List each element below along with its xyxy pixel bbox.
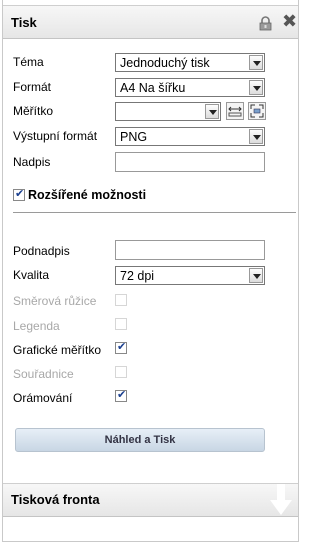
format-value: A4 Na šířku xyxy=(120,81,186,95)
legenda-label: Legenda xyxy=(13,319,60,333)
podnadpis-label: Podnadpis xyxy=(13,244,70,258)
print-panel: Tisk ✖ Téma Jednoduchý tisk Formát A4 Na… xyxy=(2,0,299,542)
arrow-down-icon[interactable] xyxy=(270,484,292,516)
chevron-down-icon[interactable] xyxy=(205,104,219,119)
lock-icon[interactable] xyxy=(259,16,272,31)
podnadpis-input[interactable] xyxy=(115,240,265,260)
nadpis-label: Nadpis xyxy=(13,155,51,169)
format-label: Formát xyxy=(13,80,52,94)
close-icon[interactable]: ✖ xyxy=(282,13,297,31)
chevron-down-icon[interactable] xyxy=(249,80,263,95)
print-queue-title: Tisková fronta xyxy=(11,492,100,507)
print-queue-header[interactable]: Tisková fronta xyxy=(3,483,298,517)
meritko-select[interactable] xyxy=(115,102,221,121)
legenda-checkbox[interactable] xyxy=(115,318,127,330)
oramovani-checkbox[interactable] xyxy=(115,388,127,402)
fit-extent-icon[interactable] xyxy=(248,102,266,120)
meritko-label: Měřítko xyxy=(13,104,54,118)
oramovani-label: Orámování xyxy=(13,391,73,405)
kvalita-label: Kvalita xyxy=(13,268,50,282)
fit-width-icon[interactable] xyxy=(226,102,244,120)
panel-title: Tisk xyxy=(11,15,37,30)
kvalita-select[interactable]: 72 dpi xyxy=(115,266,265,285)
souradnice-label: Souřadnice xyxy=(13,367,74,381)
vystupni-format-select[interactable]: PNG xyxy=(115,127,265,146)
advanced-options-label[interactable]: Rozšířené možnosti xyxy=(28,188,146,202)
tema-value: Jednoduchý tisk xyxy=(120,56,210,70)
tema-label: Téma xyxy=(13,55,44,69)
panel-header: Tisk ✖ xyxy=(3,5,298,39)
smerova-ruzice-checkbox[interactable] xyxy=(115,294,127,306)
preview-print-button[interactable]: Náhled a Tisk xyxy=(15,428,265,452)
vystupni-format-value: PNG xyxy=(120,130,148,144)
nadpis-input[interactable] xyxy=(115,152,265,172)
graficke-meritko-checkbox[interactable] xyxy=(115,340,127,354)
smerova-ruzice-label: Směrová růžice xyxy=(13,294,97,308)
souradnice-checkbox[interactable] xyxy=(115,366,127,378)
kvalita-value: 72 dpi xyxy=(120,269,155,283)
chevron-down-icon[interactable] xyxy=(249,129,263,144)
vystupni-format-label: Výstupní formát xyxy=(13,129,98,143)
advanced-options-checkbox[interactable] xyxy=(13,187,25,201)
chevron-down-icon[interactable] xyxy=(249,268,263,283)
chevron-down-icon[interactable] xyxy=(249,55,263,70)
divider xyxy=(13,212,296,213)
graficke-meritko-label: Grafické měřítko xyxy=(13,343,102,357)
tema-select[interactable]: Jednoduchý tisk xyxy=(115,53,265,72)
format-select[interactable]: A4 Na šířku xyxy=(115,78,265,97)
